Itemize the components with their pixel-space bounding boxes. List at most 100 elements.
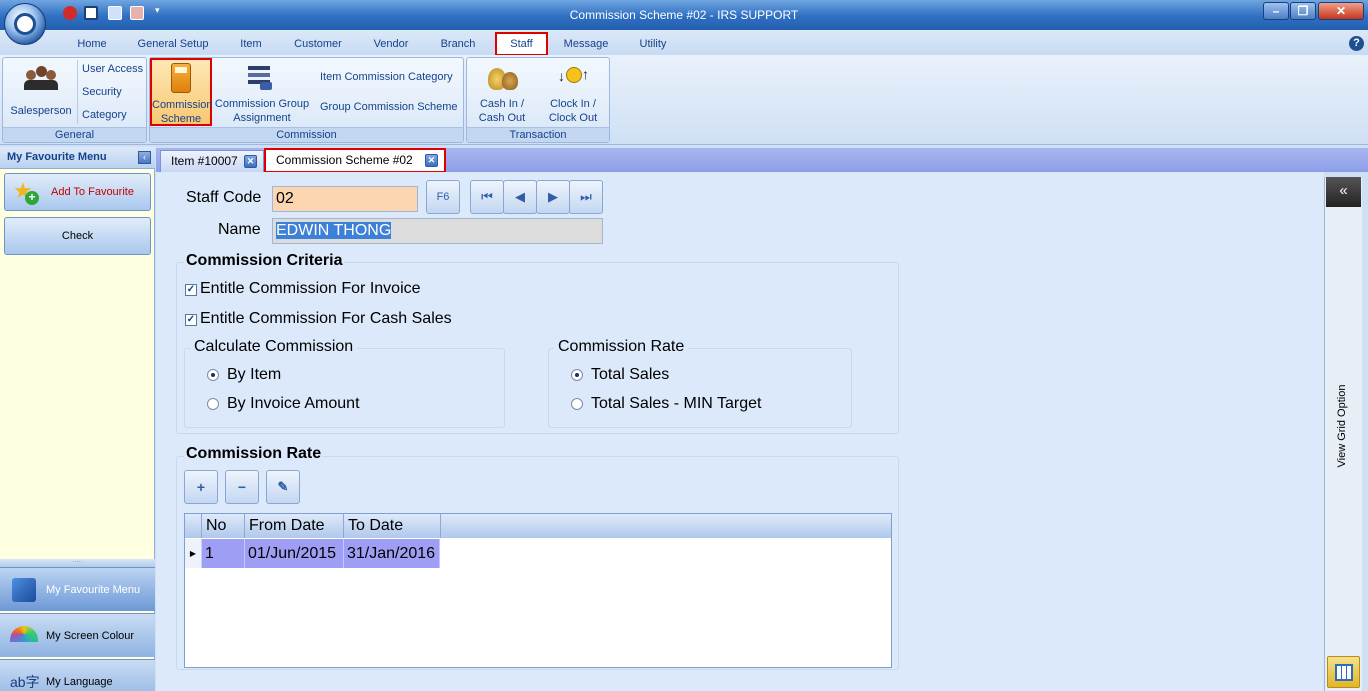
by-item-label[interactable]: By Item xyxy=(227,366,281,384)
last-record-icon[interactable]: ⏭ xyxy=(569,180,603,214)
clock-in-out-label-1[interactable]: Clock In / xyxy=(543,97,603,111)
view-grid-option-label: View Grid Option xyxy=(1336,384,1348,468)
favourite-pane-header: My Favourite Menu ‹ xyxy=(0,147,155,169)
group-assignment-label-2[interactable]: Assignment xyxy=(214,111,310,125)
view-grid-option-button[interactable]: View Grid Option xyxy=(1324,320,1362,550)
f6-lookup-button[interactable]: F6 xyxy=(426,180,460,214)
nav-my-favourite-menu[interactable]: My Favourite Menu xyxy=(0,567,155,611)
window-title: Commission Scheme #02 - IRS SUPPORT xyxy=(569,8,799,22)
doc-tab-label: Item #10007 xyxy=(171,154,238,168)
language-icon: ab字 xyxy=(10,674,40,690)
by-item-radio[interactable] xyxy=(207,369,219,381)
security-button[interactable]: Security xyxy=(82,85,122,99)
close-button[interactable]: ✕ xyxy=(1318,2,1364,20)
group-assignment-icon xyxy=(246,62,274,92)
application-menu-button[interactable] xyxy=(4,3,46,45)
cash-in-out-label-2[interactable]: Cash Out xyxy=(472,111,532,125)
entitle-invoice-label[interactable]: Entitle Commission For Invoice xyxy=(200,280,421,298)
tab-staff[interactable]: Staff xyxy=(495,32,548,56)
table-row-cell-to-date[interactable]: 31/Jan/2016 xyxy=(344,539,440,568)
calculator-icon xyxy=(171,63,191,93)
remove-row-icon[interactable]: − xyxy=(225,470,259,504)
total-sales-label[interactable]: Total Sales xyxy=(591,366,669,384)
group-assignment-label-1[interactable]: Commission Group xyxy=(214,97,310,111)
commission-scheme-button[interactable]: Commission Scheme xyxy=(150,58,213,126)
clock-in-out-label-2[interactable]: Clock Out xyxy=(543,111,603,125)
commission-scheme-label-1: Commission xyxy=(152,99,213,111)
name-field[interactable]: EDWIN THONG xyxy=(272,218,603,244)
clock-in-out-icon: ↓ ↑ xyxy=(558,66,589,84)
total-sales-min-target-radio[interactable] xyxy=(571,398,583,410)
total-sales-radio[interactable] xyxy=(571,369,583,381)
commission-rate-title: Commission Rate xyxy=(184,445,324,463)
row-indicator-header xyxy=(185,514,202,538)
nav-my-screen-colour[interactable]: My Screen Colour xyxy=(0,613,155,657)
doc-tab-commission-scheme-02[interactable]: Commission Scheme #02 ✕ xyxy=(264,148,446,173)
table-row-cell-no[interactable]: 1 xyxy=(202,539,245,568)
salesperson-button[interactable]: Salesperson xyxy=(8,104,74,118)
tab-item[interactable]: Item xyxy=(232,34,270,54)
money-bag-icon xyxy=(486,62,520,92)
total-sales-min-target-label[interactable]: Total Sales - MIN Target xyxy=(591,395,761,413)
column-header-to-date[interactable]: To Date xyxy=(344,514,441,538)
item-commission-category-button[interactable]: Item Commission Category xyxy=(320,70,453,84)
add-favourite-icon: ★ + xyxy=(13,180,39,206)
calculate-commission-group xyxy=(184,348,505,428)
add-row-icon[interactable]: + xyxy=(184,470,218,504)
staff-code-field[interactable]: 02 xyxy=(272,186,418,212)
help-icon[interactable]: ? xyxy=(1349,36,1364,51)
by-invoice-amount-radio[interactable] xyxy=(207,398,219,410)
commission-criteria-title: Commission Criteria xyxy=(184,252,345,270)
add-to-favourite-label: Add To Favourite xyxy=(51,186,134,198)
first-record-icon[interactable]: ⏮ xyxy=(470,180,504,214)
tab-branch[interactable]: Branch xyxy=(434,34,482,54)
entitle-cash-sales-checkbox[interactable]: ✓ xyxy=(185,314,197,326)
close-tab-icon[interactable]: ✕ xyxy=(425,154,438,167)
favourite-menu-icon xyxy=(12,578,36,602)
tab-customer[interactable]: Customer xyxy=(288,34,348,54)
tab-general-setup[interactable]: General Setup xyxy=(132,34,214,54)
previous-record-icon[interactable]: ◀ xyxy=(503,180,537,214)
entitle-cash-sales-label[interactable]: Entitle Commission For Cash Sales xyxy=(200,310,452,328)
user-access-button[interactable]: User Access xyxy=(82,62,143,76)
minimize-button[interactable]: – xyxy=(1263,2,1289,20)
grid-layout-icon[interactable] xyxy=(1327,656,1360,688)
calculate-commission-title: Calculate Commission xyxy=(190,338,358,356)
column-header-from-date[interactable]: From Date xyxy=(245,514,344,538)
expand-sidebar-icon[interactable]: « xyxy=(1326,177,1361,207)
nav-my-language[interactable]: ab字 My Language xyxy=(0,659,155,691)
group-commission-scheme-button[interactable]: Group Commission Scheme xyxy=(320,100,458,114)
close-tab-icon[interactable]: ✕ xyxy=(244,155,257,168)
nav-label: My Screen Colour xyxy=(46,630,135,642)
ribbon-group-label: General xyxy=(3,127,146,142)
by-invoice-amount-label[interactable]: By Invoice Amount xyxy=(227,395,360,413)
column-header-no[interactable]: No xyxy=(202,514,245,538)
nav-label: My Language xyxy=(46,676,113,688)
palette-icon xyxy=(10,626,38,642)
commission-scheme-label-2: Scheme xyxy=(160,113,202,125)
entitle-invoice-checkbox[interactable]: ✓ xyxy=(185,284,197,296)
salesperson-icon xyxy=(24,64,58,92)
collapse-pane-icon[interactable]: ‹ xyxy=(138,151,151,164)
commission-rate-option-title: Commission Rate xyxy=(554,338,689,356)
splitter-handle[interactable]: ····· xyxy=(0,559,155,567)
ribbon-group-label: Commission xyxy=(150,127,463,142)
current-row-indicator-icon: ▶ xyxy=(185,539,202,568)
ribbon-group-label: Transaction xyxy=(467,127,609,142)
maximize-button[interactable]: ❐ xyxy=(1290,2,1316,20)
category-button[interactable]: Category xyxy=(82,108,127,122)
nav-label: My Favourite Menu xyxy=(46,584,141,596)
tab-message[interactable]: Message xyxy=(558,34,614,54)
doc-tab-item-10007[interactable]: Item #10007 ✕ xyxy=(160,150,264,172)
doc-tab-label: Commission Scheme #02 xyxy=(276,153,413,167)
check-button[interactable]: Check xyxy=(4,217,151,255)
tab-utility[interactable]: Utility xyxy=(630,34,676,54)
tab-home[interactable]: Home xyxy=(68,34,116,54)
name-value: EDWIN THONG xyxy=(276,222,392,239)
edit-row-icon[interactable]: ✎ xyxy=(266,470,300,504)
cash-in-out-label-1[interactable]: Cash In / xyxy=(472,97,532,111)
table-row-cell-from-date[interactable]: 01/Jun/2015 xyxy=(245,539,344,568)
next-record-icon[interactable]: ▶ xyxy=(536,180,570,214)
add-to-favourite-button[interactable]: ★ + Add To Favourite xyxy=(4,173,151,211)
tab-vendor[interactable]: Vendor xyxy=(366,34,416,54)
